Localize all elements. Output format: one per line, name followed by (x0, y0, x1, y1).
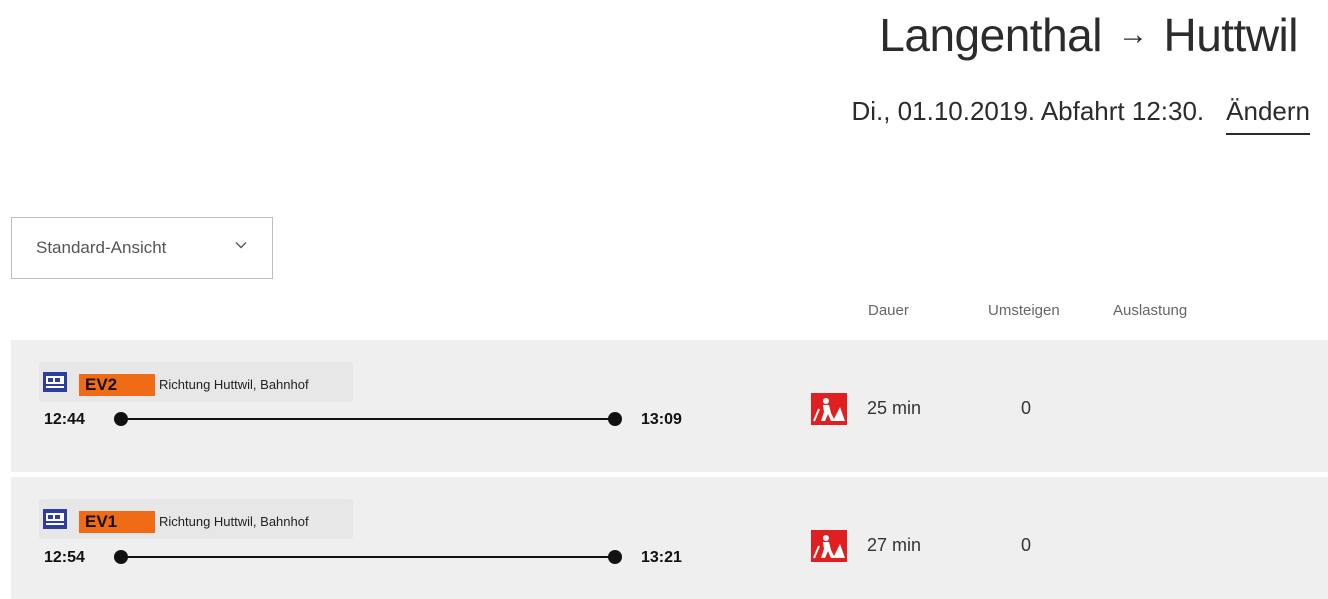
arrival-time: 13:09 (641, 411, 682, 428)
column-header-changes: Umsteigen (988, 302, 1060, 319)
journey-timeline (114, 550, 622, 564)
view-select[interactable]: Standard-Ansicht (11, 217, 273, 279)
chevron-down-icon (235, 242, 247, 249)
date-departure-text: Di., 01.10.2019. Abfahrt 12:30. (851, 96, 1205, 126)
arrival-dot (608, 550, 622, 564)
search-summary: Di., 01.10.2019. Abfahrt 12:30. Ändern (851, 96, 1310, 135)
bus-icon (43, 509, 67, 529)
line-tag: EV2 Richtung Huttwil, Bahnhof (39, 362, 353, 402)
connection-row[interactable]: EV1 Richtung Huttwil, Bahnhof 12:54 13:2… (11, 477, 1328, 599)
direction-text: Richtung Huttwil, Bahnhof (159, 514, 309, 529)
changes-value: 0 (1021, 535, 1032, 555)
construction-warning-icon[interactable] (811, 393, 847, 425)
journey-timeline (114, 412, 622, 426)
line-tag: EV1 Richtung Huttwil, Bahnhof (39, 499, 353, 539)
route-arrow-icon: → (1117, 18, 1148, 51)
destination-name: Huttwil (1163, 9, 1298, 61)
arrival-dot (608, 412, 622, 426)
change-search-link[interactable]: Ändern (1226, 96, 1310, 135)
column-header-duration: Dauer (868, 302, 909, 319)
duration-value: 25 min (867, 398, 922, 418)
duration-value: 27 min (867, 535, 922, 555)
column-header-occupancy: Auslastung (1113, 302, 1188, 319)
connection-row[interactable]: EV2 Richtung Huttwil, Bahnhof 12:44 13:0… (11, 340, 1328, 472)
departure-dot (114, 412, 128, 426)
bus-icon (43, 372, 67, 392)
departure-dot (114, 550, 128, 564)
direction-text: Richtung Huttwil, Bahnhof (159, 377, 309, 392)
departure-time: 12:54 (44, 549, 85, 566)
line-badge: EV2 (79, 374, 155, 396)
departure-time: 12:44 (44, 411, 85, 428)
view-select-value: Standard-Ansicht (36, 238, 167, 257)
changes-value: 0 (1021, 398, 1032, 418)
origin-name: Langenthal (879, 9, 1102, 61)
line-badge: EV1 (79, 511, 155, 533)
construction-warning-icon[interactable] (811, 530, 847, 562)
arrival-time: 13:21 (641, 549, 682, 566)
route-title: Langenthal → Huttwil (879, 8, 1298, 62)
